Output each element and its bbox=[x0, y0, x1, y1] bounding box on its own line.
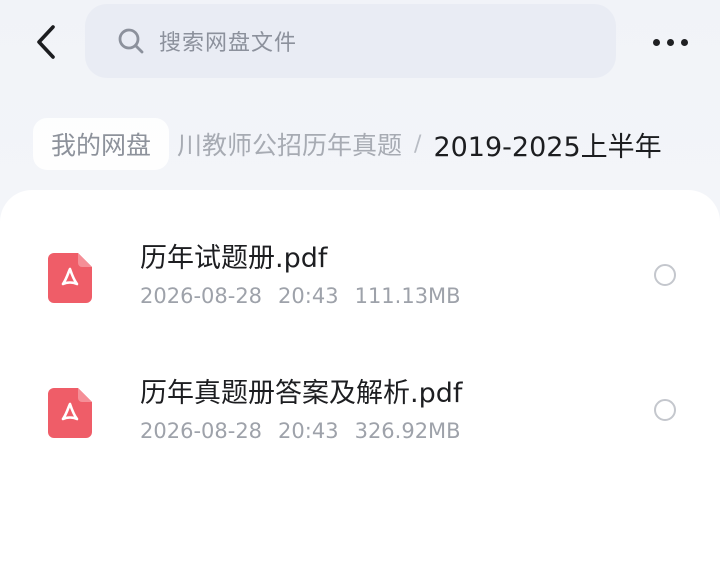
more-horizontal-icon bbox=[652, 38, 660, 46]
file-name: 历年真题册答案及解析.pdf bbox=[140, 378, 463, 409]
back-button[interactable] bbox=[24, 20, 68, 64]
file-meta: 2026-08-28 20:43 326.92MB bbox=[140, 419, 461, 443]
breadcrumb-folder[interactable]: 川教师公招历年真题 bbox=[177, 126, 402, 162]
search-placeholder: 搜索网盘文件 bbox=[159, 31, 298, 56]
chevron-left-icon bbox=[37, 25, 55, 59]
file-list: 历年试题册.pdf 2026-08-28 20:43 111.13MB 历年真题… bbox=[0, 190, 720, 561]
file-meta: 2026-08-28 20:43 111.13MB bbox=[140, 284, 461, 308]
breadcrumb-separator: / bbox=[414, 131, 422, 157]
select-radio[interactable] bbox=[654, 399, 676, 421]
breadcrumb-current: 2019-2025上半年 bbox=[433, 131, 662, 163]
breadcrumb: 我的网盘 川教师公招历年真题 / 2019-2025上半年 bbox=[0, 112, 720, 176]
breadcrumb-root[interactable]: 我的网盘 bbox=[33, 118, 170, 170]
file-date: 2026-08-28 bbox=[140, 419, 263, 443]
file-row[interactable]: 历年真题册答案及解析.pdf 2026-08-28 20:43 326.92MB bbox=[0, 353, 720, 473]
file-row[interactable]: 历年试题册.pdf 2026-08-28 20:43 111.13MB bbox=[0, 218, 720, 338]
file-size: 111.13MB bbox=[354, 284, 461, 308]
select-radio[interactable] bbox=[654, 264, 676, 286]
pdf-file-icon bbox=[48, 253, 92, 303]
file-name: 历年试题册.pdf bbox=[140, 243, 328, 274]
search-icon bbox=[117, 27, 145, 55]
more-options-button[interactable] bbox=[640, 20, 700, 64]
file-size: 326.92MB bbox=[354, 419, 461, 443]
pdf-file-icon bbox=[48, 388, 92, 438]
file-date: 2026-08-28 bbox=[140, 284, 263, 308]
file-time: 20:43 bbox=[278, 419, 339, 443]
top-bar: 搜索网盘文件 bbox=[0, 0, 720, 90]
search-input[interactable]: 搜索网盘文件 bbox=[85, 4, 616, 78]
file-time: 20:43 bbox=[278, 284, 339, 308]
